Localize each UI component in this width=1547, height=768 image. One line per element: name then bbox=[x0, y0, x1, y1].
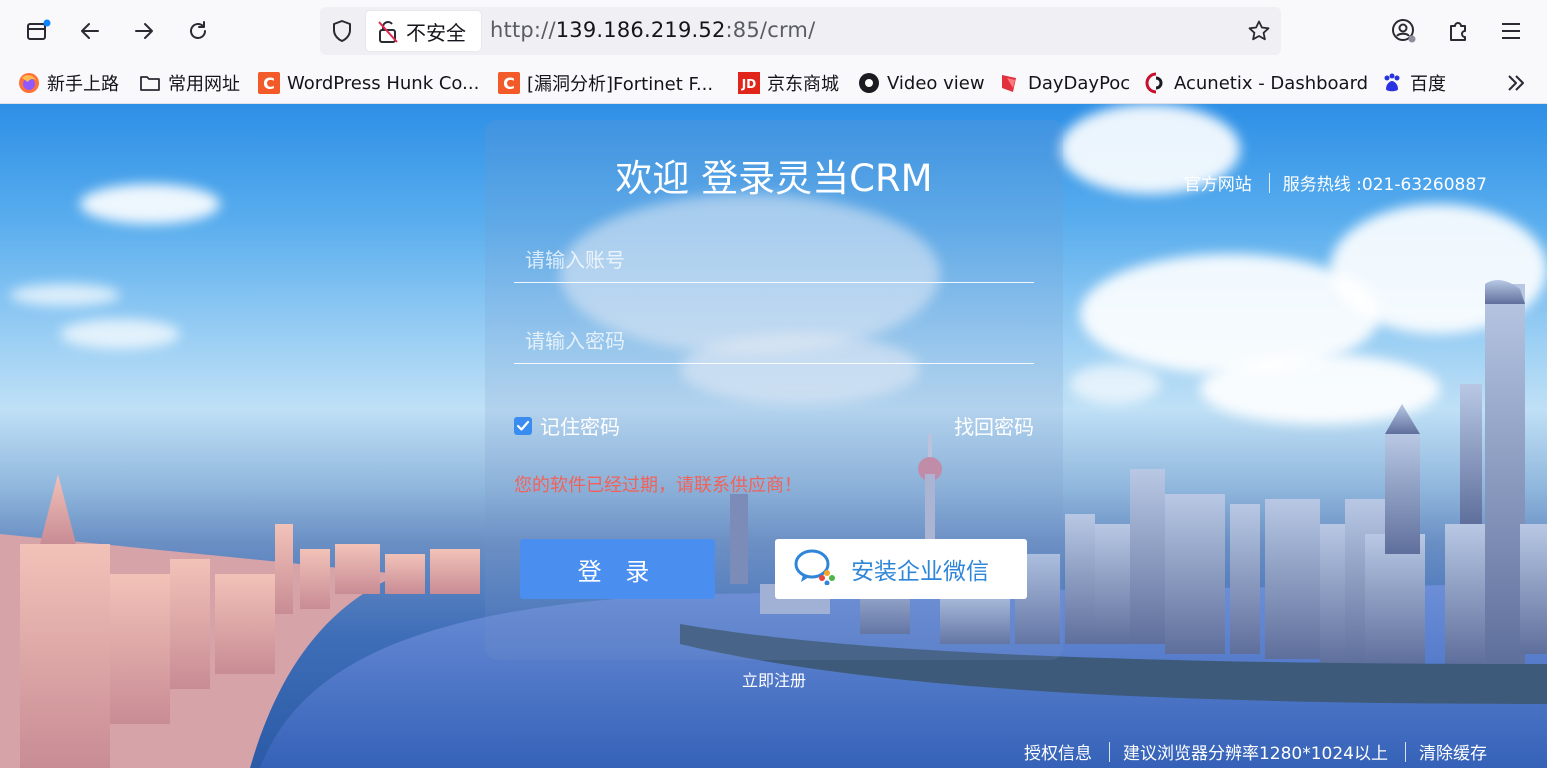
reload-button[interactable] bbox=[180, 13, 216, 49]
forgot-password-link[interactable]: 找回密码 bbox=[954, 411, 1034, 440]
daydaypoc-icon bbox=[999, 72, 1021, 94]
menu-button[interactable] bbox=[1493, 13, 1529, 49]
bookmark-item[interactable]: 百度 bbox=[1381, 70, 1446, 96]
arrow-right-icon bbox=[135, 23, 153, 39]
shield-icon[interactable] bbox=[330, 19, 354, 47]
tabs-icon bbox=[27, 19, 51, 40]
wechat-work-icon bbox=[793, 547, 837, 591]
bookmarks-toolbar: 新手上路 常用网址 C WordPress Hunk Co... C [漏洞分析… bbox=[0, 62, 1547, 104]
login-page: 官方网站 服务热线 :021-63260887 欢迎 登录灵当CRM 记住密码 … bbox=[0, 104, 1547, 768]
bookmark-label: [漏洞分析]Fortinet F... bbox=[527, 74, 714, 95]
bookmark-item[interactable]: C WordPress Hunk Co... bbox=[258, 70, 479, 96]
divider bbox=[1268, 172, 1270, 193]
arrow-left-icon bbox=[81, 23, 99, 39]
bookmark-item[interactable]: 新手上路 bbox=[18, 70, 119, 96]
bookmark-folder[interactable]: 常用网址 bbox=[139, 70, 240, 96]
account-icon bbox=[1392, 19, 1416, 43]
install-wechat-work-button[interactable]: 安装企业微信 bbox=[775, 539, 1027, 599]
password-input[interactable] bbox=[514, 318, 1034, 363]
login-button[interactable]: 登 录 bbox=[520, 539, 715, 599]
c-logo-icon: C bbox=[498, 72, 520, 94]
svg-text:C: C bbox=[263, 74, 275, 93]
remember-password[interactable]: 记住密码 bbox=[514, 411, 620, 440]
firefox-icon bbox=[18, 72, 40, 94]
extensions-button[interactable] bbox=[1440, 13, 1476, 49]
video-icon bbox=[858, 72, 880, 94]
c-logo-icon: C bbox=[258, 72, 280, 94]
resolution-hint: 建议浏览器分辨率1280*1024以上 bbox=[1122, 744, 1388, 764]
bookmark-label: Video view bbox=[887, 72, 985, 94]
bookmark-label: 常用网址 bbox=[168, 74, 240, 95]
puzzle-icon bbox=[1450, 22, 1466, 41]
remember-label: 记住密码 bbox=[540, 415, 620, 439]
folder-icon bbox=[139, 72, 161, 94]
username-field bbox=[514, 237, 1034, 283]
login-panel: 欢迎 登录灵当CRM 记住密码 找回密码 您的软件已经过期，请联系供应商！ 登 … bbox=[485, 120, 1063, 690]
bookmarks-overflow-button[interactable] bbox=[1505, 70, 1527, 96]
broken-lock-icon bbox=[377, 20, 399, 48]
register-link[interactable]: 立即注册 bbox=[485, 667, 1063, 691]
url-scheme: http:// bbox=[490, 18, 556, 42]
double-chevron-right-icon bbox=[1508, 75, 1524, 91]
back-button[interactable] bbox=[72, 13, 108, 49]
jd-icon: JD bbox=[738, 72, 760, 94]
bookmark-label: WordPress Hunk Co... bbox=[287, 72, 480, 94]
remember-checkbox[interactable] bbox=[514, 416, 532, 435]
reload-icon bbox=[190, 21, 206, 39]
not-secure-label: 不安全 bbox=[406, 20, 466, 45]
bookmark-item[interactable]: JD 京东商城 bbox=[738, 70, 839, 96]
bookmark-star-icon[interactable] bbox=[1247, 19, 1271, 47]
license-info-link[interactable]: 授权信息 bbox=[1024, 739, 1092, 764]
divider bbox=[1108, 741, 1110, 762]
browser-toolbar: 不安全 http://139.186.219.52:85/crm/ bbox=[0, 0, 1547, 62]
header-links: 官方网站 服务热线 :021-63260887 bbox=[1184, 170, 1487, 195]
url-text[interactable]: http://139.186.219.52:85/crm/ bbox=[490, 18, 815, 42]
license-expired-message: 您的软件已经过期，请联系供应商！ bbox=[514, 475, 802, 496]
wechat-button-label: 安装企业微信 bbox=[851, 559, 989, 585]
login-title: 欢迎 登录灵当CRM bbox=[615, 157, 933, 200]
baidu-icon bbox=[1381, 72, 1403, 94]
username-input[interactable] bbox=[514, 237, 1034, 282]
url-path: :85/crm/ bbox=[725, 18, 816, 42]
divider bbox=[1405, 741, 1406, 762]
bookmark-item[interactable]: DayDayPoc bbox=[999, 70, 1130, 96]
footer-links: 授权信息 建议浏览器分辨率1280*1024以上 清除缓存 bbox=[1024, 739, 1487, 764]
bookmark-label: 新手上路 bbox=[47, 74, 119, 95]
forward-button[interactable] bbox=[126, 13, 162, 49]
acunetix-icon bbox=[1145, 72, 1167, 94]
url-host: 139.186.219.52 bbox=[555, 18, 726, 42]
hotline-text: 服务热线 :021-63260887 bbox=[1282, 175, 1487, 195]
bookmark-label: Acunetix - Dashboard bbox=[1174, 72, 1369, 94]
clear-cache-link[interactable]: 清除缓存 bbox=[1419, 739, 1487, 764]
url-bar[interactable]: 不安全 http://139.186.219.52:85/crm/ bbox=[320, 7, 1281, 55]
bookmark-item[interactable]: C [漏洞分析]Fortinet F... bbox=[498, 70, 713, 96]
connection-not-secure-badge[interactable]: 不安全 bbox=[366, 11, 481, 51]
bookmark-item[interactable]: Acunetix - Dashboard bbox=[1145, 70, 1368, 96]
bookmark-label: 京东商城 bbox=[767, 74, 839, 95]
svg-text:C: C bbox=[503, 74, 515, 93]
svg-text:JD: JD bbox=[741, 77, 756, 91]
official-site-link[interactable]: 官方网站 bbox=[1184, 170, 1252, 195]
bookmark-label: 百度 bbox=[1410, 74, 1446, 95]
tab-overview-button[interactable] bbox=[20, 13, 56, 49]
password-field bbox=[514, 318, 1034, 364]
account-button[interactable] bbox=[1386, 13, 1422, 49]
hamburger-icon bbox=[1502, 23, 1520, 39]
checkmark-icon bbox=[516, 420, 530, 431]
bookmark-item[interactable]: Video view bbox=[858, 70, 985, 96]
bookmark-label: DayDayPoc bbox=[1028, 72, 1131, 94]
